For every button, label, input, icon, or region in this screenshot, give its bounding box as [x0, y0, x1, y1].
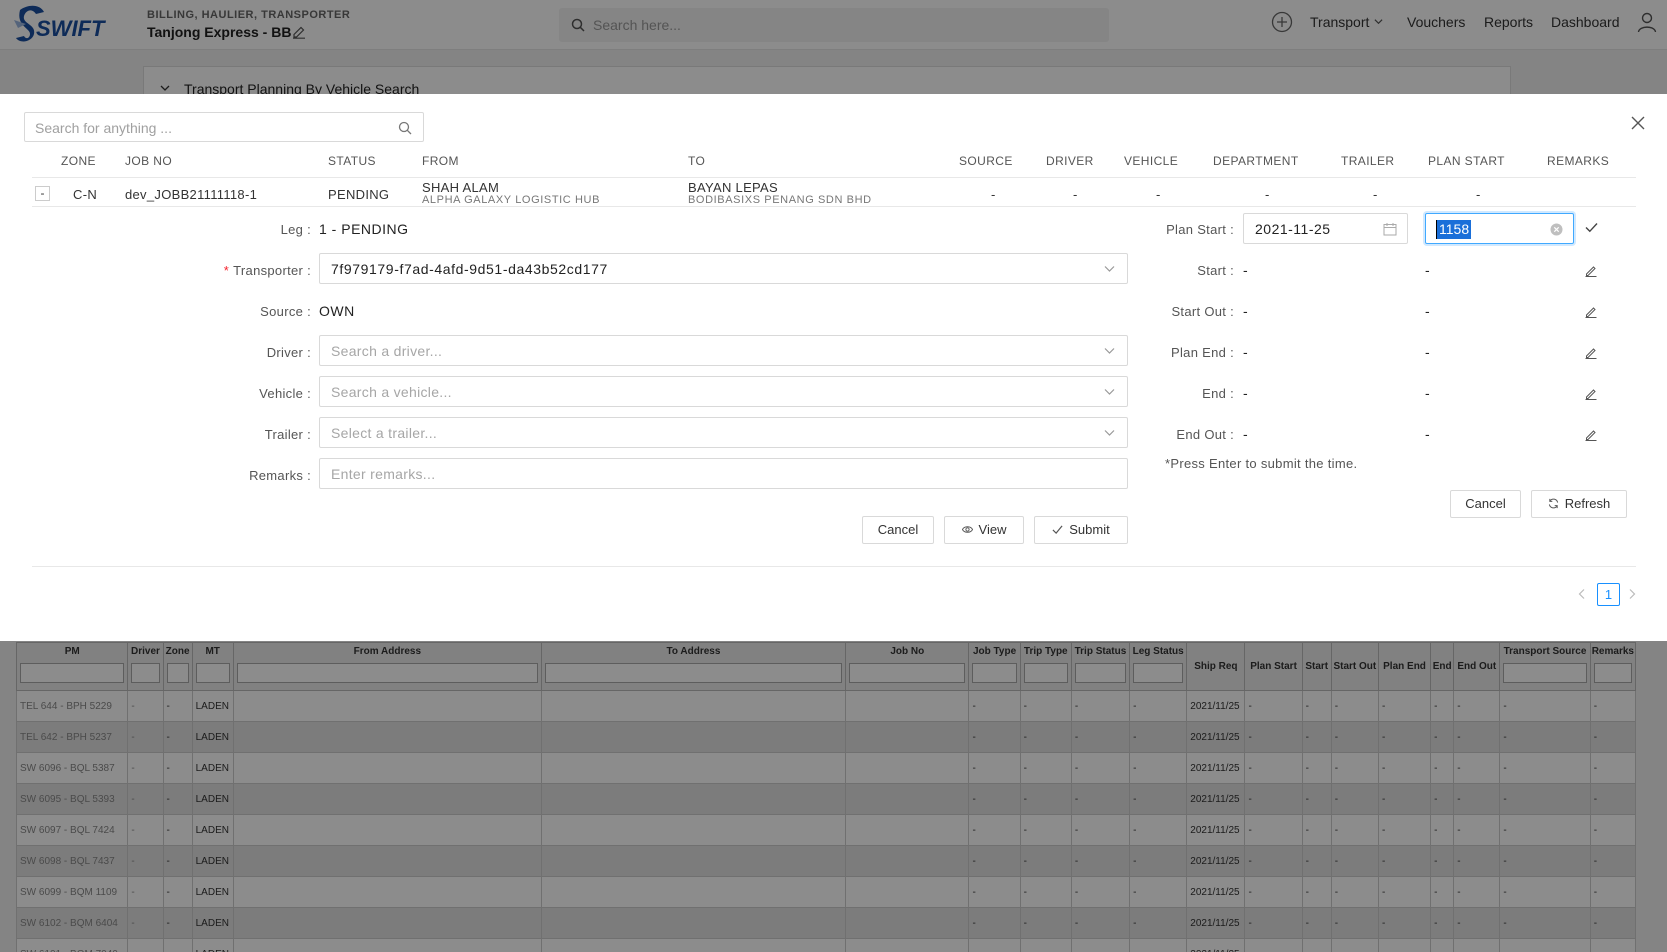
- end-out-label: End Out :: [1176, 427, 1234, 442]
- plan-start-date-picker[interactable]: 2021-11-25: [1243, 213, 1408, 244]
- plan-start-label: Plan Start :: [1166, 222, 1234, 237]
- plan-end-label: Plan End :: [1171, 345, 1234, 360]
- transporter-label-text: Transporter :: [233, 263, 311, 278]
- col-trailer[interactable]: TRAILER: [1341, 154, 1394, 168]
- end-label: End :: [1202, 386, 1234, 401]
- table-header-divider: [32, 177, 1636, 178]
- transporter-label: * Transporter :: [111, 263, 311, 278]
- modal-divider: [32, 566, 1636, 567]
- row-from-city: SHAH ALAM: [422, 180, 500, 195]
- leg-planning-modal: ZONE JOB NO STATUS FROM TO SOURCE DRIVER…: [0, 94, 1667, 641]
- trailer-label: Trailer :: [264, 427, 311, 442]
- start-date: -: [1243, 262, 1248, 278]
- row-trailer: -: [1373, 187, 1378, 202]
- check-icon: [1052, 525, 1063, 535]
- row-divider: [32, 206, 1636, 207]
- row-to-city: BAYAN LEPAS: [688, 180, 779, 195]
- pagination-page-1[interactable]: 1: [1597, 583, 1620, 606]
- driver-label: Driver :: [266, 345, 311, 360]
- required-marker: *: [223, 263, 230, 278]
- edit-icon[interactable]: [1585, 388, 1597, 400]
- row-source: -: [991, 187, 996, 202]
- start-out-label: Start Out :: [1171, 304, 1234, 319]
- transporter-select[interactable]: 7f979179-f7ad-4afd-9d51-da43b52cd177: [319, 253, 1128, 284]
- chevron-right-icon[interactable]: [1627, 588, 1637, 600]
- row-collapse-button[interactable]: -: [35, 186, 50, 201]
- remarks-placeholder: Enter remarks...: [331, 466, 436, 482]
- refresh-button[interactable]: Refresh: [1531, 490, 1627, 518]
- clear-icon[interactable]: [1550, 223, 1563, 236]
- end-date: -: [1243, 385, 1248, 401]
- row-driver: -: [1073, 187, 1078, 202]
- chevron-left-icon[interactable]: [1577, 588, 1587, 600]
- modal-search-input[interactable]: [35, 118, 385, 138]
- vehicle-placeholder: Search a vehicle...: [331, 384, 452, 400]
- edit-icon[interactable]: [1585, 429, 1597, 441]
- submit-button-label: Submit: [1069, 522, 1110, 537]
- source-label: Source :: [260, 304, 311, 319]
- times-cancel-button[interactable]: Cancel: [1450, 490, 1521, 518]
- modal-search[interactable]: [24, 112, 424, 142]
- plan-end-date: -: [1243, 344, 1248, 360]
- confirm-check-icon[interactable]: [1585, 222, 1598, 233]
- trailer-select[interactable]: Select a trailer...: [319, 417, 1128, 448]
- eye-icon: [961, 526, 973, 533]
- plan-start-date: 2021-11-25: [1255, 221, 1331, 237]
- submit-button[interactable]: Submit: [1034, 516, 1128, 544]
- remarks-label: Remarks :: [249, 468, 311, 483]
- text-caret: [1436, 220, 1437, 239]
- plan-start-time: 1158: [1437, 220, 1472, 239]
- source-value: OWN: [319, 303, 355, 319]
- start-out-time: -: [1425, 303, 1430, 319]
- col-driver[interactable]: DRIVER: [1046, 154, 1094, 168]
- refresh-icon: [1548, 498, 1558, 509]
- col-status[interactable]: STATUS: [328, 154, 376, 168]
- row-plan-start: -: [1476, 187, 1481, 202]
- col-plan-start[interactable]: PLAN START: [1428, 154, 1505, 168]
- refresh-button-label: Refresh: [1564, 496, 1611, 511]
- leg-label: Leg :: [280, 222, 311, 237]
- col-job-no[interactable]: JOB NO: [125, 154, 172, 168]
- vehicle-label: Vehicle :: [259, 386, 311, 401]
- col-remarks[interactable]: REMARKS: [1547, 154, 1609, 168]
- cancel-button[interactable]: Cancel: [862, 516, 934, 544]
- close-icon[interactable]: [1629, 114, 1647, 132]
- transporter-value: 7f979179-f7ad-4afd-9d51-da43b52cd177: [331, 261, 608, 277]
- col-vehicle[interactable]: VEHICLE: [1124, 154, 1178, 168]
- col-to[interactable]: TO: [688, 154, 705, 168]
- row-from-name: ALPHA GALAXY LOGISTIC HUB: [422, 194, 601, 206]
- leg-value: 1 - PENDING: [319, 221, 409, 237]
- search-icon[interactable]: [398, 121, 412, 135]
- row-vehicle: -: [1156, 187, 1161, 202]
- enter-submit-hint: *Press Enter to submit the time.: [1165, 456, 1358, 471]
- end-out-date: -: [1243, 426, 1248, 442]
- row-job-no[interactable]: dev_JOBB21111118-1: [125, 187, 257, 202]
- trailer-placeholder: Select a trailer...: [331, 425, 438, 441]
- remarks-input[interactable]: Enter remarks...: [319, 458, 1128, 489]
- driver-select[interactable]: Search a driver...: [319, 335, 1128, 366]
- vehicle-select[interactable]: Search a vehicle...: [319, 376, 1128, 407]
- view-button[interactable]: View: [944, 516, 1024, 544]
- view-button-label: View: [978, 522, 1007, 537]
- edit-icon[interactable]: [1585, 265, 1597, 277]
- row-zone: C-N: [73, 187, 98, 202]
- edit-icon[interactable]: [1585, 306, 1597, 318]
- col-source[interactable]: SOURCE: [959, 154, 1013, 168]
- driver-placeholder: Search a driver...: [331, 343, 443, 359]
- row-to-name: BODIBASIXS PENANG SDN BHD: [688, 194, 872, 206]
- col-from[interactable]: FROM: [422, 154, 459, 168]
- row-department: -: [1265, 187, 1270, 202]
- edit-icon[interactable]: [1585, 347, 1597, 359]
- end-time: -: [1425, 385, 1430, 401]
- end-out-time: -: [1425, 426, 1430, 442]
- plan-start-time-input[interactable]: 1158: [1425, 213, 1574, 244]
- col-department[interactable]: DEPARTMENT: [1213, 154, 1299, 168]
- start-label: Start :: [1197, 263, 1234, 278]
- col-zone[interactable]: ZONE: [61, 154, 96, 168]
- row-status: PENDING: [328, 187, 390, 202]
- plan-end-time: -: [1425, 344, 1430, 360]
- start-time: -: [1425, 262, 1430, 278]
- start-out-date: -: [1243, 303, 1248, 319]
- calendar-icon: [1383, 223, 1397, 236]
